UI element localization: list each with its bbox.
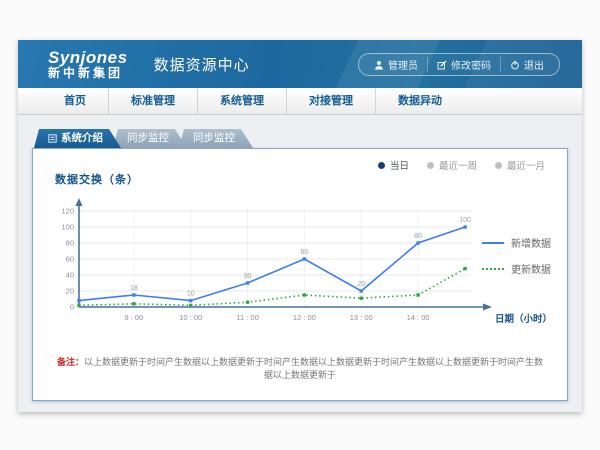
logout-label: 退出: [524, 57, 544, 72]
footnote-text: 以上数据更新于时间产生数据以上数据更新于时间产生数据以上数据更新于时间产生数据以…: [84, 357, 543, 380]
svg-text:20: 20: [66, 287, 74, 296]
dotted-line-icon: [482, 268, 504, 270]
radio-today[interactable]: 当日: [378, 158, 409, 172]
tab-label: 同步监控: [193, 129, 235, 148]
svg-text:18: 18: [130, 285, 138, 292]
tab-sync-monitor-2[interactable]: 同步监控: [179, 129, 253, 148]
svg-text:60: 60: [66, 255, 74, 264]
tab-label: 同步监控: [127, 129, 169, 148]
content-area: 系统介绍 同步监控 同步监控 当日 最近一周: [18, 115, 582, 412]
tab-bar: 系统介绍 同步监控 同步监控: [18, 115, 582, 148]
legend-new-data[interactable]: 新增数据: [482, 235, 551, 250]
browser-viewport: Synjones 新中新集团 数据资源中心 管理员 修改密码: [0, 0, 600, 450]
main-nav: 首页 标准管理 系统管理 对接管理 数据异动: [18, 88, 582, 115]
svg-text:120: 120: [61, 207, 74, 216]
time-range-options: 当日 最近一周 最近一月: [378, 158, 545, 172]
user-menu[interactable]: 管理员: [365, 57, 427, 72]
svg-text:11 : 00: 11 : 00: [236, 313, 258, 322]
brand-logo: Synjones 新中新集团: [48, 49, 128, 79]
app-title: 数据资源中心: [154, 54, 250, 75]
brand-logo-en: Synjones: [48, 49, 128, 67]
edit-icon: [437, 60, 447, 70]
legend-label: 新增数据: [511, 235, 551, 250]
radio-label: 当日: [390, 158, 409, 172]
legend-updated-data[interactable]: 更新数据: [482, 261, 551, 276]
svg-text:80: 80: [414, 233, 422, 240]
radio-last-week[interactable]: 最近一周: [427, 158, 477, 172]
svg-text:60: 60: [301, 249, 309, 256]
radio-label: 最近一月: [507, 158, 545, 172]
user-toolbar: 管理员 修改密码 退出: [358, 53, 560, 76]
document-icon: [48, 134, 57, 143]
svg-text:30: 30: [244, 273, 252, 280]
svg-text:10 : 00: 10 : 00: [179, 313, 202, 322]
brand-logo-cn: 新中新集团: [48, 67, 128, 80]
user-icon: [374, 60, 384, 70]
radio-label: 最近一周: [439, 158, 477, 172]
radio-dot-icon: [378, 162, 385, 169]
legend-label: 更新数据: [511, 261, 551, 276]
footnote: 备注：以上数据更新于时间产生数据以上数据更新于时间产生数据以上数据更新于时间产生…: [53, 355, 547, 381]
svg-text:9 : 00: 9 : 00: [124, 313, 143, 322]
radio-last-month[interactable]: 最近一月: [495, 158, 545, 172]
nav-item-home[interactable]: 首页: [42, 89, 108, 114]
chart-panel: 当日 最近一周 最近一月 数据交换（条） 0 20 40 60 80 100 120 9 : …: [32, 148, 568, 401]
logout-button[interactable]: 退出: [500, 57, 553, 72]
nav-item-data-change[interactable]: 数据异动: [375, 89, 464, 114]
nav-item-standard-mgmt[interactable]: 标准管理: [108, 89, 197, 114]
app-window: Synjones 新中新集团 数据资源中心 管理员 修改密码: [18, 40, 582, 412]
nav-item-integration-mgmt[interactable]: 对接管理: [286, 89, 375, 114]
svg-text:40: 40: [66, 271, 74, 280]
svg-text:12 : 00: 12 : 00: [293, 313, 316, 322]
svg-text:0: 0: [70, 303, 74, 312]
svg-text:日期（小时）: 日期（小时）: [495, 313, 552, 325]
app-header: Synjones 新中新集团 数据资源中心 管理员 修改密码: [18, 40, 582, 88]
user-name: 管理员: [388, 57, 418, 72]
nav-item-system-mgmt[interactable]: 系统管理: [197, 89, 286, 114]
svg-text:20: 20: [357, 281, 365, 288]
footnote-prefix: 备注：: [57, 357, 84, 367]
solid-line-icon: [482, 242, 504, 244]
svg-text:14 : 00: 14 : 00: [407, 313, 430, 322]
tab-label: 系统介绍: [61, 129, 103, 148]
power-icon: [510, 60, 520, 70]
svg-text:10: 10: [187, 291, 195, 298]
svg-text:100: 100: [61, 223, 74, 232]
radio-dot-icon: [427, 162, 434, 169]
change-password-label: 修改密码: [451, 57, 491, 72]
tab-sync-monitor-1[interactable]: 同步监控: [113, 129, 187, 148]
svg-text:80: 80: [66, 239, 74, 248]
svg-text:13 : 00: 13 : 00: [350, 313, 373, 322]
series-legend: 新增数据 更新数据: [482, 235, 551, 276]
y-axis-title: 数据交换（条）: [55, 171, 139, 187]
svg-text:100: 100: [459, 217, 471, 224]
radio-dot-icon: [495, 162, 502, 169]
change-password-button[interactable]: 修改密码: [427, 57, 500, 72]
tab-system-intro[interactable]: 系统介绍: [34, 129, 121, 148]
